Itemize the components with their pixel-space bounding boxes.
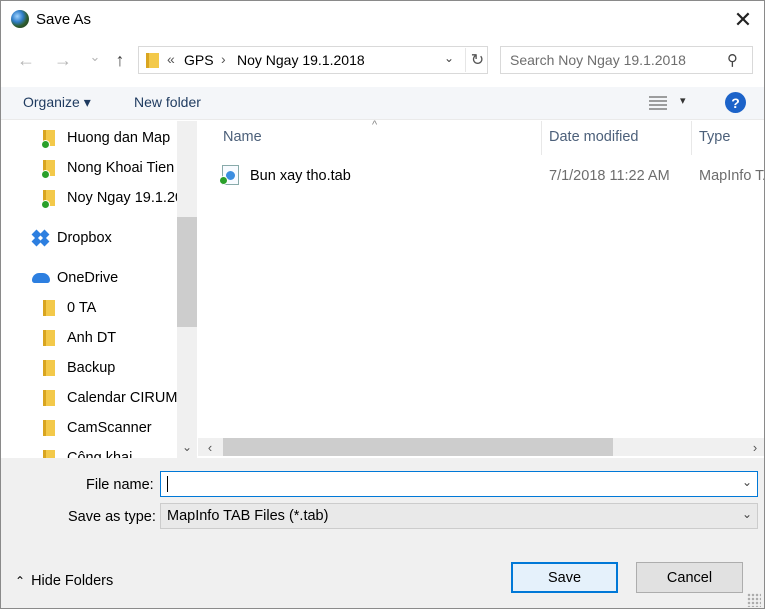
address-bar[interactable]: « GPS › Noy Ngay 19.1.2018 ⌄ ↻ — [138, 46, 488, 74]
chevron-right-icon[interactable]: › — [221, 51, 226, 67]
sync-check-icon — [41, 170, 50, 179]
file-name-label: File name: — [86, 477, 154, 493]
folder-icon — [146, 53, 159, 68]
back-button[interactable]: ← — [14, 48, 38, 72]
close-button[interactable]: ✕ — [723, 5, 763, 35]
sidebar-item-label: Nong Khoai Tien — [67, 160, 175, 176]
horizontal-scroll-thumb[interactable] — [223, 438, 613, 456]
sidebar-item-dropbox[interactable]: Dropbox — [1, 224, 177, 252]
breadcrumb-gps[interactable]: GPS — [184, 52, 214, 68]
window-title: Save As — [36, 11, 92, 28]
resize-grip[interactable] — [747, 593, 761, 607]
text-caret — [167, 476, 168, 492]
file-type: MapInfo TAB File — [699, 168, 764, 184]
folder-icon — [43, 420, 55, 436]
dropbox-icon — [31, 229, 50, 247]
sidebar-item-0-ta[interactable]: 0 TA — [1, 294, 177, 322]
sidebar-item-cong-khai[interactable]: Công khai — [1, 444, 177, 458]
forward-button[interactable]: → — [51, 48, 75, 72]
search-input[interactable]: Search Noy Ngay 19.1.2018 — [510, 52, 686, 68]
sidebar-item-calendar-cirum[interactable]: Calendar CIRUM — [1, 384, 177, 412]
sync-check-icon — [41, 140, 50, 149]
view-options-dropdown[interactable]: ▾ — [680, 94, 686, 107]
table-row[interactable]: Bun xay tho.tab 7/1/2018 11:22 AM MapInf… — [219, 165, 764, 189]
chevron-down-icon[interactable]: ⌄ — [177, 438, 197, 456]
folder-icon — [43, 390, 55, 406]
sidebar-item-label: CamScanner — [67, 420, 152, 436]
column-header-name[interactable]: Name — [223, 129, 262, 145]
folder-icon — [43, 360, 55, 376]
sidebar-item-label: Noy Ngay 19.1.2018 — [67, 190, 177, 206]
folder-icon — [43, 330, 55, 346]
folder-icon — [43, 300, 55, 316]
refresh-icon: ↻ — [470, 52, 485, 69]
onedrive-icon — [32, 273, 50, 283]
navigation-pane: Huong dan Map Nong Khoai Tien Noy Ngay 1… — [1, 121, 197, 458]
sidebar-item-label: 0 TA — [67, 300, 97, 316]
title-bar: Save As ✕ — [1, 1, 764, 39]
sidebar-item-label: OneDrive — [57, 270, 119, 286]
save-as-type-label: Save as type: — [68, 509, 156, 525]
chevron-down-icon[interactable]: ⌄ — [742, 507, 752, 521]
save-as-type-select[interactable]: MapInfo TAB Files (*.tab) ⌄ — [160, 503, 758, 529]
sort-ascending-icon: ^ — [372, 119, 378, 131]
hide-folders-button[interactable]: ⌃ Hide Folders — [15, 573, 113, 589]
up-arrow-icon: ↑ — [115, 49, 125, 70]
file-date: 7/1/2018 11:22 AM — [549, 168, 670, 184]
search-icon: ⚲ — [727, 52, 738, 69]
sync-check-icon — [41, 200, 50, 209]
column-header-date-modified[interactable]: Date modified — [549, 129, 638, 145]
folder-icon — [43, 450, 55, 458]
sidebar-item-label: Backup — [67, 360, 116, 376]
details-view-icon[interactable] — [649, 96, 667, 110]
chevron-up-icon: ⌃ — [15, 574, 26, 588]
hide-folders-label: Hide Folders — [31, 573, 114, 589]
column-divider[interactable] — [691, 121, 692, 155]
search-box[interactable]: Search Noy Ngay 19.1.2018 ⚲ — [500, 46, 753, 74]
sidebar-item-onedrive[interactable]: OneDrive — [1, 264, 177, 292]
sidebar-item-label: Anh DT — [67, 330, 117, 346]
refresh-button[interactable]: ↻ — [465, 48, 489, 72]
save-as-dialog: Save As ✕ ← → ⌄ ↑ « GPS › Noy Ngay 19.1.… — [0, 0, 765, 609]
organize-menu[interactable]: Organize ▾ — [23, 94, 91, 111]
chevron-right-icon[interactable]: › — [746, 438, 764, 456]
chevron-down-icon: ⌄ — [89, 49, 101, 64]
sidebar-item-noy-ngay[interactable]: Noy Ngay 19.1.2018 — [1, 184, 177, 212]
sidebar-item-label: Công khai — [67, 450, 133, 458]
file-name-input[interactable]: ⌄ — [160, 471, 758, 497]
back-arrow-icon: ← — [17, 49, 35, 70]
recent-locations-button[interactable]: ⌄ — [83, 45, 107, 69]
sidebar-item-label: Calendar CIRUM — [67, 390, 177, 406]
close-icon: ✕ — [733, 7, 753, 32]
globe-icon — [11, 10, 29, 28]
file-list: Name ^ Date modified Type Bun xay tho.ta… — [198, 119, 764, 458]
new-folder-button[interactable]: New folder — [134, 94, 201, 110]
sidebar-scroll-thumb[interactable] — [177, 217, 197, 327]
chevron-left-icon[interactable]: ‹ — [201, 438, 219, 456]
file-name: Bun xay tho.tab — [250, 168, 351, 184]
cancel-button[interactable]: Cancel — [636, 562, 743, 593]
sidebar-item-label: Dropbox — [57, 230, 112, 246]
sidebar-item-backup[interactable]: Backup — [1, 354, 177, 382]
column-header-type[interactable]: Type — [699, 129, 730, 145]
column-divider[interactable] — [541, 121, 542, 155]
toolbar: Organize ▾ New folder ▾ ? — [1, 87, 764, 120]
chevron-down-icon[interactable]: ⌄ — [742, 475, 752, 489]
forward-arrow-icon: → — [54, 49, 72, 70]
sidebar-item-camscanner[interactable]: CamScanner — [1, 414, 177, 442]
sidebar-item-anh-dt[interactable]: Anh DT — [1, 324, 177, 352]
breadcrumb-current[interactable]: Noy Ngay 19.1.2018 — [237, 52, 365, 68]
sidebar-item-huong-dan-map[interactable]: Huong dan Map — [1, 124, 177, 152]
save-button[interactable]: Save — [511, 562, 618, 593]
chevron-down-icon[interactable]: ⌄ — [444, 51, 454, 65]
sidebar-item-nong-khoai-tien[interactable]: Nong Khoai Tien — [1, 154, 177, 182]
up-button[interactable]: ↑ — [108, 48, 132, 72]
help-icon[interactable]: ? — [725, 92, 746, 113]
save-as-type-value: MapInfo TAB Files (*.tab) — [167, 508, 329, 524]
sidebar-item-label: Huong dan Map — [67, 130, 171, 146]
sync-check-icon — [219, 176, 228, 185]
breadcrumb-overflow[interactable]: « — [167, 51, 175, 67]
